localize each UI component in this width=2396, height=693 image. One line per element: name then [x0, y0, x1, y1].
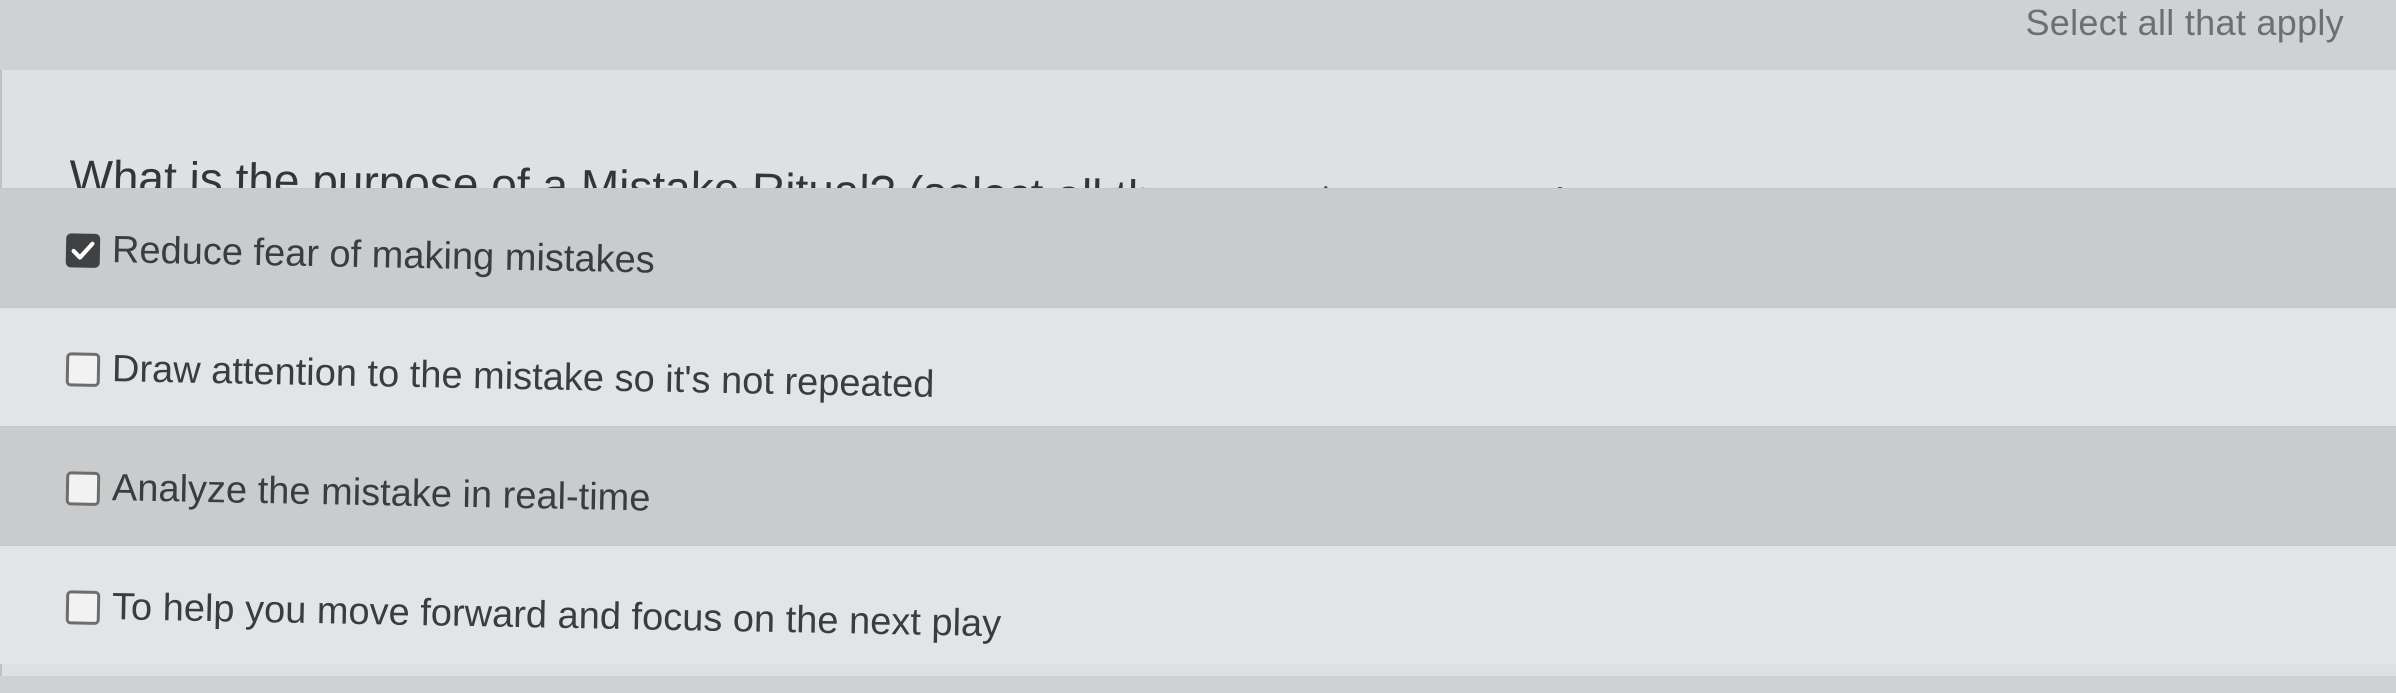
checkmark-icon	[71, 240, 95, 259]
option-1[interactable]: Reduce fear of making mistakes	[0, 188, 2396, 307]
screen: Select all that apply What is the purpos…	[0, 0, 2396, 693]
option-3[interactable]: Analyze the mistake in real-time	[0, 426, 2396, 545]
checkbox-unchecked[interactable]	[65, 470, 101, 505]
answer-options: Reduce fear of making mistakes Draw atte…	[0, 188, 2396, 664]
option-2[interactable]: Draw attention to the mistake so it's no…	[0, 307, 2396, 426]
option-label: Analyze the mistake in real-time	[111, 466, 651, 519]
instruction-text: Select all that apply	[2025, 2, 2344, 43]
option-label: To help you move forward and focus on th…	[111, 585, 1002, 645]
bottom-strip	[0, 676, 2396, 693]
option-label: Reduce fear of making mistakes	[111, 228, 656, 282]
checkbox-unchecked[interactable]	[65, 589, 101, 624]
top-banner: Select all that apply	[0, 0, 2396, 72]
checkbox-checked[interactable]	[65, 232, 101, 267]
option-4[interactable]: To help you move forward and focus on th…	[0, 545, 2396, 664]
checkbox-unchecked[interactable]	[65, 351, 101, 386]
option-label: Draw attention to the mistake so it's no…	[111, 347, 935, 406]
